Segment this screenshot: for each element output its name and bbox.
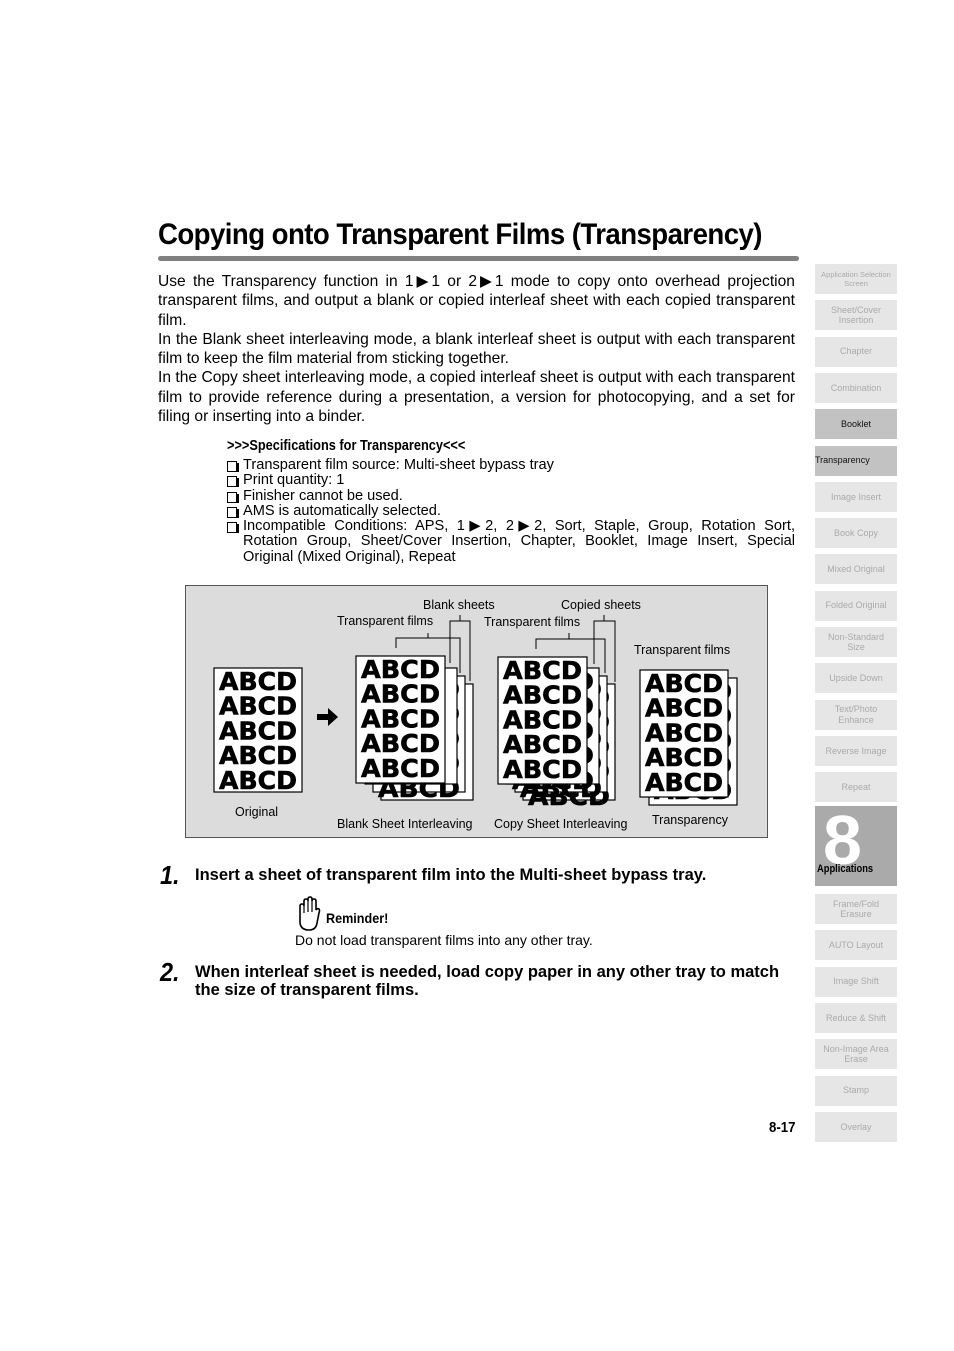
transparency-diagram: ABCD ABCD ABCD ABCD ABCD ABCD ABCD ABCD ABCD ABCD…: [185, 585, 768, 838]
tab-frame-fold-erasure[interactable]: Frame/Fold Erasure: [815, 894, 897, 924]
tab-reduce-shift[interactable]: Reduce & Shift: [815, 1002, 897, 1033]
label-copied-sheets: Copied sheets: [561, 598, 641, 612]
reminder-label: Reminder!: [326, 910, 389, 926]
tab-label: Application Selection Screen: [821, 270, 891, 288]
tab-book-copy[interactable]: Book Copy: [815, 518, 897, 549]
page-number: 8-17: [769, 1119, 796, 1136]
tab-upside-down[interactable]: Upside Down: [815, 663, 897, 694]
arrow-right-icon: [317, 708, 338, 726]
tab-label: AUTO Layout: [828, 940, 884, 951]
tab-label: Reduce & Shift: [825, 1012, 887, 1023]
checkbox-bullet-icon: [227, 506, 239, 518]
diagram-graphic: ABCDABCDABCDABCDABCD ABCDABCDABCDABCDABCD…: [213, 615, 738, 811]
intro-paragraph: In the Copy sheet interleaving mode, a c…: [158, 369, 795, 426]
label-transparent-films: Transparent films: [634, 643, 731, 657]
tab-label: Book Copy: [833, 527, 879, 538]
sheet-text: ABCD: [361, 754, 440, 783]
checkbox-bullet-icon: [227, 476, 239, 488]
spec-item: AMS is automatically selected.: [227, 503, 795, 519]
tab-label: Non-Image Area Erase: [823, 1043, 889, 1065]
sheet-text: ABCD: [645, 768, 723, 797]
tab-label: Repeat: [841, 781, 871, 792]
tab-label: Chapter: [839, 346, 873, 357]
step-number: 2.: [160, 957, 180, 987]
tab-label: Image Insert: [830, 491, 882, 502]
label-copy-sheet-interleaving: Copy Sheet Interleaving: [494, 817, 628, 831]
chapter-label: Applications: [817, 863, 874, 875]
page-title: Copying onto Transparent Films (Transpar…: [158, 218, 762, 251]
chapter-tab[interactable]: 8 Applications: [815, 801, 897, 886]
spec-item: Incompatible Conditions: APS, 1▶2, 2▶2, …: [227, 519, 795, 565]
label-transparent-films: Transparent films: [337, 614, 434, 628]
tab-label: Text/Photo Enhance: [834, 704, 878, 725]
spec-item: Finisher cannot be used.: [227, 488, 795, 504]
tab-label: Transparency: [815, 455, 870, 466]
tab-label: Stamp: [842, 1085, 869, 1096]
tab-label: Booklet: [840, 418, 872, 429]
intro-paragraph: In the Blank sheet interleaving mode, a …: [158, 330, 795, 368]
tab-non-standard-size[interactable]: Non-Standard Size: [815, 627, 897, 657]
tab-stamp[interactable]: Stamp: [815, 1075, 897, 1106]
tab-label: Reverse Image: [825, 745, 887, 756]
sheet-text: ABCD: [503, 755, 582, 784]
specifications-heading: >>>Specifications for Transparency<<<: [227, 438, 466, 454]
tab-repeat[interactable]: Repeat: [815, 772, 897, 803]
tab-image-insert[interactable]: Image Insert: [815, 481, 897, 512]
reminder-text: Do not load transparent films into any o…: [295, 932, 593, 948]
tab-label: Sheet/Cover Insertion: [830, 304, 882, 326]
sheet-text: ABCD: [219, 766, 297, 795]
tab-auto-layout[interactable]: AUTO Layout: [815, 930, 897, 961]
hand-stop-icon: [299, 896, 321, 931]
specifications-list: Transparent film source: Multi-sheet byp…: [227, 457, 795, 565]
specifications: >>>Specifications for Transparency<<< Tr…: [227, 438, 795, 565]
tab-sheet-cover-insertion[interactable]: Sheet/Cover Insertion: [815, 300, 897, 331]
label-blank-sheets: Blank sheets: [423, 598, 495, 612]
tab-mixed-original[interactable]: Mixed Original: [815, 554, 897, 585]
tab-application-selection-screen[interactable]: Application Selection Screen: [815, 264, 897, 294]
tab-combination[interactable]: Combination: [815, 372, 897, 403]
tab-folded-original[interactable]: Folded Original: [815, 590, 897, 621]
tab-label: Overlay: [840, 1121, 872, 1132]
tab-label: Image Shift: [833, 976, 879, 987]
tab-label: Folded Original: [825, 600, 887, 611]
tab-image-shift[interactable]: Image Shift: [815, 966, 897, 997]
tab-transparency[interactable]: Transparency: [815, 445, 897, 476]
label-transparent-films: Transparent films: [484, 615, 581, 629]
intro-paragraph: Use the Transparency function in 1▶1 or …: [158, 273, 795, 329]
checkbox-bullet-icon: [227, 522, 239, 534]
tab-label: Mixed Original: [827, 564, 885, 575]
tab-label: Frame/Fold Erasure: [832, 898, 879, 920]
tab-non-image-area-erase[interactable]: Non-Image Area Erase: [815, 1039, 897, 1070]
tab-label: Combination: [830, 382, 882, 393]
tab-label: Non-Standard Size: [827, 631, 885, 653]
label-blank-sheet-interleaving: Blank Sheet Interleaving: [337, 817, 473, 831]
intro-text: Use the Transparency function in 1▶1 or …: [158, 272, 795, 426]
spec-item: Print quantity: 1: [227, 473, 795, 488]
tab-overlay[interactable]: Overlay: [815, 1111, 897, 1142]
title-underline: [158, 256, 799, 261]
tab-chapter[interactable]: Chapter: [815, 336, 897, 367]
label-transparency: Transparency: [652, 813, 728, 827]
step-text: Insert a sheet of transparent film into …: [195, 866, 707, 884]
spec-item: Transparent film source: Multi-sheet byp…: [227, 457, 795, 473]
checkbox-bullet-icon: [227, 491, 239, 503]
tab-reverse-image[interactable]: Reverse Image: [815, 735, 897, 766]
step-number: 1.: [160, 860, 180, 890]
label-original: Original: [235, 805, 279, 819]
checkbox-bullet-icon: [227, 461, 239, 472]
step-text: When interleaf sheet is needed, load cop…: [195, 963, 780, 999]
tab-booklet[interactable]: Booklet: [815, 409, 897, 440]
tab-label: Upside Down: [829, 673, 883, 684]
tab-text-photo-enhance[interactable]: Text/Photo Enhance: [815, 699, 897, 730]
